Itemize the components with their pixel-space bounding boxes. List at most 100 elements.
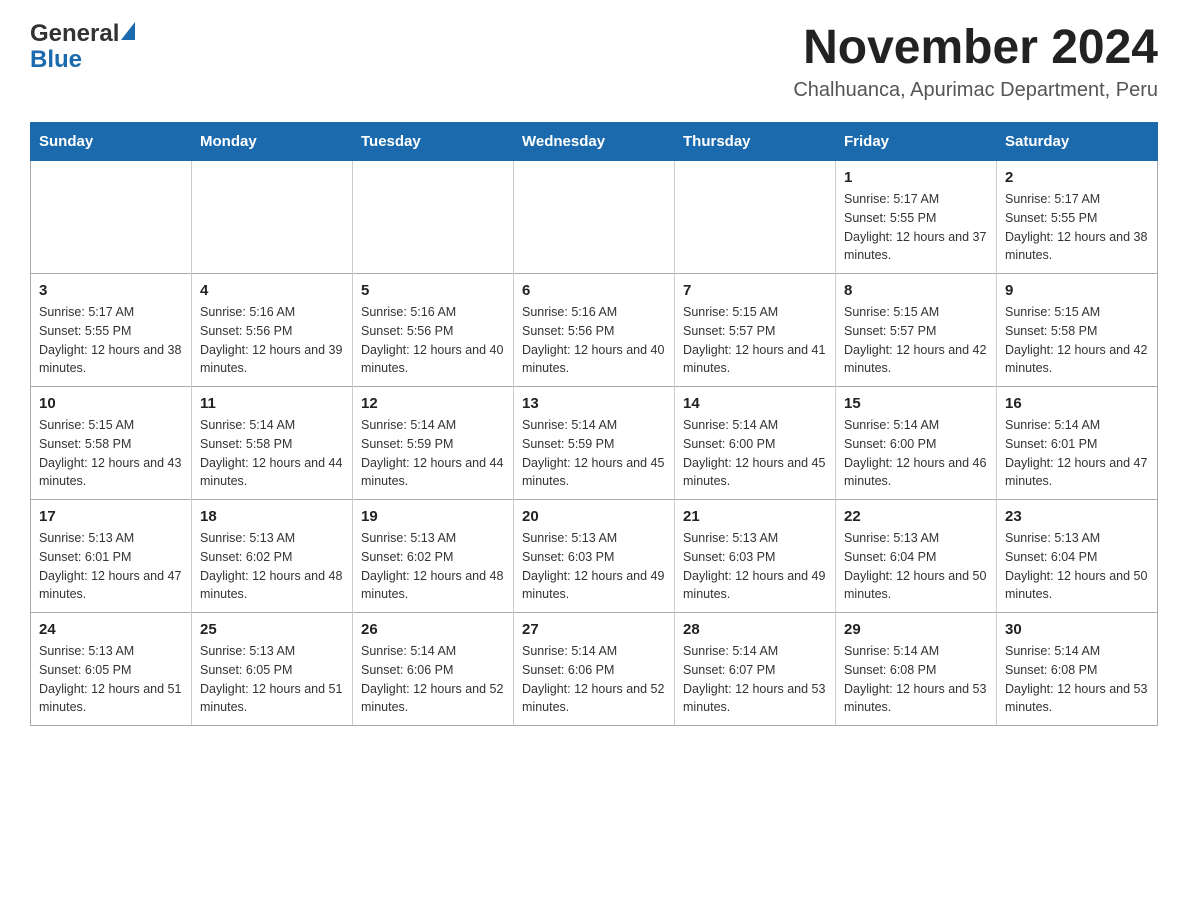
day-info: Sunrise: 5:15 AMSunset: 5:58 PMDaylight:… [39, 416, 183, 491]
day-info: Sunrise: 5:14 AMSunset: 6:08 PMDaylight:… [844, 642, 988, 717]
day-number: 28 [683, 621, 827, 638]
header-wednesday: Wednesday [514, 123, 675, 161]
header-row: Sunday Monday Tuesday Wednesday Thursday… [31, 123, 1158, 161]
day-info: Sunrise: 5:17 AMSunset: 5:55 PMDaylight:… [844, 190, 988, 265]
day-info: Sunrise: 5:15 AMSunset: 5:57 PMDaylight:… [683, 303, 827, 378]
day-number: 24 [39, 621, 183, 638]
page-title: November 2024 [793, 20, 1158, 75]
day-info: Sunrise: 5:17 AMSunset: 5:55 PMDaylight:… [39, 303, 183, 378]
cell-week4-day3: 20 Sunrise: 5:13 AMSunset: 6:03 PMDayligh… [514, 500, 675, 613]
day-info: Sunrise: 5:17 AMSunset: 5:55 PMDaylight:… [1005, 190, 1149, 265]
cell-week2-day3: 6Sunrise: 5:16 AMSunset: 5:56 PMDaylight… [514, 274, 675, 387]
day-number: 12 [361, 395, 505, 412]
cell-week5-day3: 27Sunrise: 5:14 AMSunset: 6:06 PMDayligh… [514, 613, 675, 726]
day-number: 7 [683, 282, 827, 299]
day-info: Sunrise: 5:15 AMSunset: 5:58 PMDaylight:… [1005, 303, 1149, 378]
day-number: 21 [683, 508, 827, 525]
header-tuesday: Tuesday [353, 123, 514, 161]
cell-week1-day5: 1 Sunrise: 5:17 AMSunset: 5:55 PMDaylight… [836, 161, 997, 274]
day-number: 26 [361, 621, 505, 638]
cell-week4-day6: 23Sunrise: 5:13 AMSunset: 6:04 PMDayligh… [997, 500, 1158, 613]
day-number: 30 [1005, 621, 1149, 638]
cell-week4-day2: 19 Sunrise: 5:13 AMSunset: 6:02 PMDayligh… [353, 500, 514, 613]
cell-week4-day1: 18Sunrise: 5:13 AMSunset: 6:02 PMDayligh… [192, 500, 353, 613]
day-number: 15 [844, 395, 988, 412]
cell-week3-day1: 11 Sunrise: 5:14 AMSunset: 5:58 PMDayligh… [192, 387, 353, 500]
day-number: 20 [522, 508, 666, 525]
day-number: 19 [361, 508, 505, 525]
cell-week4-day4: 21 Sunrise: 5:13 AMSunset: 6:03 PMDayligh… [675, 500, 836, 613]
day-info: Sunrise: 5:13 AMSunset: 6:03 PMDaylight:… [683, 529, 827, 604]
header-sunday: Sunday [31, 123, 192, 161]
day-info: Sunrise: 5:16 AMSunset: 5:56 PMDaylight:… [361, 303, 505, 378]
day-info: Sunrise: 5:13 AMSunset: 6:05 PMDaylight:… [200, 642, 344, 717]
header-friday: Friday [836, 123, 997, 161]
cell-week4-day0: 17 Sunrise: 5:13 AMSunset: 6:01 PMDayligh… [31, 500, 192, 613]
day-info: Sunrise: 5:16 AMSunset: 5:56 PMDaylight:… [200, 303, 344, 378]
cell-week2-day1: 4 Sunrise: 5:16 AMSunset: 5:56 PMDaylight… [192, 274, 353, 387]
day-number: 1 [844, 169, 988, 186]
header-thursday: Thursday [675, 123, 836, 161]
cell-week5-day4: 28 Sunrise: 5:14 AMSunset: 6:07 PMDayligh… [675, 613, 836, 726]
day-info: Sunrise: 5:14 AMSunset: 6:00 PMDaylight:… [683, 416, 827, 491]
cell-week2-day5: 8 Sunrise: 5:15 AMSunset: 5:57 PMDaylight… [836, 274, 997, 387]
cell-week5-day2: 26Sunrise: 5:14 AMSunset: 6:06 PMDayligh… [353, 613, 514, 726]
day-number: 5 [361, 282, 505, 299]
cell-week5-day0: 24 Sunrise: 5:13 AMSunset: 6:05 PMDayligh… [31, 613, 192, 726]
header-saturday: Saturday [997, 123, 1158, 161]
day-info: Sunrise: 5:13 AMSunset: 6:01 PMDaylight:… [39, 529, 183, 604]
calendar-header: Sunday Monday Tuesday Wednesday Thursday… [31, 123, 1158, 161]
day-info: Sunrise: 5:13 AMSunset: 6:04 PMDaylight:… [844, 529, 988, 604]
day-number: 22 [844, 508, 988, 525]
day-info: Sunrise: 5:15 AMSunset: 5:57 PMDaylight:… [844, 303, 988, 378]
day-number: 3 [39, 282, 183, 299]
page-subtitle: Chalhuanca, Apurimac Department, Peru [793, 79, 1158, 102]
cell-week2-day4: 7 Sunrise: 5:15 AMSunset: 5:57 PMDaylight… [675, 274, 836, 387]
cell-week3-day2: 12Sunrise: 5:14 AMSunset: 5:59 PMDayligh… [353, 387, 514, 500]
week-row-4: 17 Sunrise: 5:13 AMSunset: 6:01 PMDayligh… [31, 500, 1158, 613]
calendar-table: Sunday Monday Tuesday Wednesday Thursday… [30, 122, 1158, 726]
day-number: 27 [522, 621, 666, 638]
title-block: November 2024 Chalhuanca, Apurimac Depar… [793, 20, 1158, 102]
cell-week4-day5: 22 Sunrise: 5:13 AMSunset: 6:04 PMDayligh… [836, 500, 997, 613]
cell-week5-day6: 30Sunrise: 5:14 AMSunset: 6:08 PMDayligh… [997, 613, 1158, 726]
week-row-3: 10 Sunrise: 5:15 AMSunset: 5:58 PMDayligh… [31, 387, 1158, 500]
day-info: Sunrise: 5:13 AMSunset: 6:02 PMDaylight:… [361, 529, 505, 604]
day-info: Sunrise: 5:14 AMSunset: 6:01 PMDaylight:… [1005, 416, 1149, 491]
day-number: 2 [1005, 169, 1149, 186]
cell-week3-day3: 13Sunrise: 5:14 AMSunset: 5:59 PMDayligh… [514, 387, 675, 500]
day-info: Sunrise: 5:13 AMSunset: 6:05 PMDaylight:… [39, 642, 183, 717]
cell-week2-day0: 3 Sunrise: 5:17 AMSunset: 5:55 PMDaylight… [31, 274, 192, 387]
day-info: Sunrise: 5:16 AMSunset: 5:56 PMDaylight:… [522, 303, 666, 378]
logo-triangle-icon [121, 22, 135, 40]
day-number: 23 [1005, 508, 1149, 525]
cell-week5-day5: 29Sunrise: 5:14 AMSunset: 6:08 PMDayligh… [836, 613, 997, 726]
day-number: 16 [1005, 395, 1149, 412]
cell-week3-day4: 14 Sunrise: 5:14 AMSunset: 6:00 PMDayligh… [675, 387, 836, 500]
day-number: 4 [200, 282, 344, 299]
day-info: Sunrise: 5:14 AMSunset: 6:07 PMDaylight:… [683, 642, 827, 717]
day-number: 10 [39, 395, 183, 412]
cell-week3-day0: 10 Sunrise: 5:15 AMSunset: 5:58 PMDayligh… [31, 387, 192, 500]
day-info: Sunrise: 5:13 AMSunset: 6:03 PMDaylight:… [522, 529, 666, 604]
day-number: 17 [39, 508, 183, 525]
cell-week1-day6: 2 Sunrise: 5:17 AMSunset: 5:55 PMDaylight… [997, 161, 1158, 274]
day-number: 9 [1005, 282, 1149, 299]
cell-week5-day1: 25 Sunrise: 5:13 AMSunset: 6:05 PMDayligh… [192, 613, 353, 726]
cell-week1-day1 [192, 161, 353, 274]
day-info: Sunrise: 5:14 AMSunset: 5:58 PMDaylight:… [200, 416, 344, 491]
day-number: 8 [844, 282, 988, 299]
cell-week1-day4 [675, 161, 836, 274]
cell-week3-day5: 15Sunrise: 5:14 AMSunset: 6:00 PMDayligh… [836, 387, 997, 500]
logo-general-text: General [30, 20, 119, 48]
week-row-2: 3 Sunrise: 5:17 AMSunset: 5:55 PMDaylight… [31, 274, 1158, 387]
cell-week1-day0 [31, 161, 192, 274]
day-number: 11 [200, 395, 344, 412]
cell-week3-day6: 16 Sunrise: 5:14 AMSunset: 6:01 PMDayligh… [997, 387, 1158, 500]
header-monday: Monday [192, 123, 353, 161]
logo: General Blue [30, 20, 135, 78]
day-number: 14 [683, 395, 827, 412]
day-number: 25 [200, 621, 344, 638]
week-row-5: 24 Sunrise: 5:13 AMSunset: 6:05 PMDayligh… [31, 613, 1158, 726]
day-info: Sunrise: 5:14 AMSunset: 5:59 PMDaylight:… [522, 416, 666, 491]
